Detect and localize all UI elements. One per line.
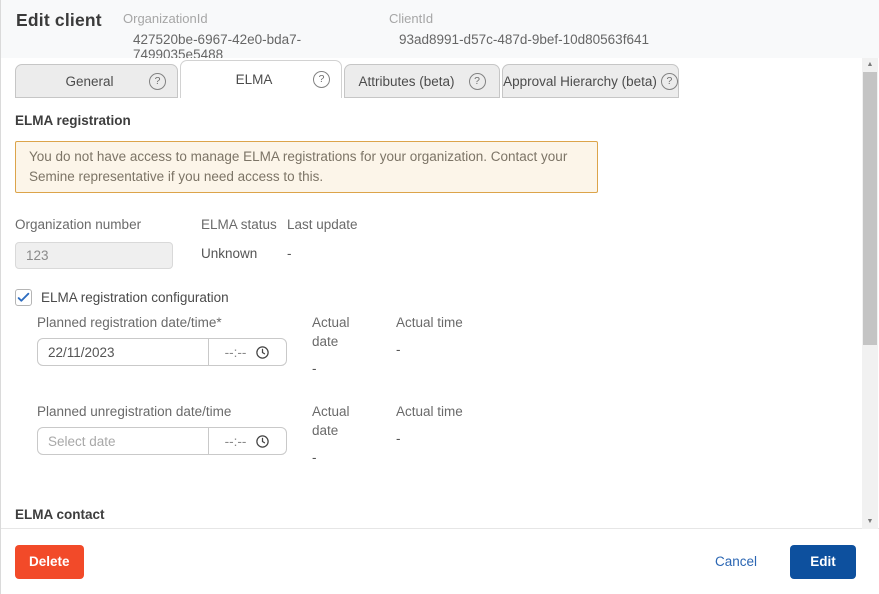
- elma-registration-heading: ELMA registration: [15, 111, 848, 130]
- elma-status-value: Unknown: [201, 246, 287, 261]
- actual-time-value: -: [396, 431, 463, 446]
- planned-registration-time-input[interactable]: --:--: [208, 339, 286, 365]
- last-update-label: Last update: [287, 215, 358, 234]
- last-update-value: -: [287, 246, 358, 261]
- delete-button[interactable]: Delete: [15, 545, 84, 579]
- page-title: Edit client: [16, 10, 123, 31]
- cancel-button[interactable]: Cancel: [715, 554, 757, 569]
- organization-id-label: OrganizationId: [123, 11, 389, 26]
- actual-time-column: Actual time -: [396, 313, 463, 376]
- scrollbar-up-arrow-icon[interactable]: ▲: [862, 58, 878, 72]
- help-icon[interactable]: ?: [149, 73, 166, 90]
- elma-status-column: ELMA status Unknown: [201, 215, 287, 269]
- planned-registration-datetime-control: --:--: [37, 338, 287, 366]
- tab-elma-label: ELMA: [236, 72, 287, 87]
- organization-number-label: Organization number: [15, 215, 201, 234]
- organization-number-row: Organization number ELMA status Unknown …: [15, 215, 848, 269]
- planned-unregistration-date-input[interactable]: [38, 428, 208, 454]
- tab-attributes-label: Attributes (beta): [358, 74, 468, 89]
- elma-status-label: ELMA status: [201, 215, 287, 234]
- actual-date-label: Actual date: [312, 402, 371, 440]
- planned-registration-date-input[interactable]: [38, 339, 208, 365]
- elma-contact-heading: ELMA contact: [15, 505, 848, 524]
- organization-number-input: [15, 242, 173, 269]
- help-icon[interactable]: ?: [661, 73, 678, 90]
- edit-button[interactable]: Edit: [790, 545, 856, 579]
- client-id-field: ClientId 93ad8991-d57c-487d-9bef-10d8056…: [389, 10, 649, 47]
- tab-general-label: General: [65, 74, 127, 89]
- organization-number-column: Organization number: [15, 215, 201, 269]
- planned-unregistration-field: Planned unregistration date/time --:--: [37, 402, 287, 465]
- checkmark-icon: [17, 291, 30, 304]
- tab-bar: General ? ELMA ? Attributes (beta) ? App…: [1, 58, 862, 98]
- help-icon[interactable]: ?: [313, 71, 330, 88]
- actual-date-label: Actual date: [312, 313, 371, 351]
- tab-elma[interactable]: ELMA ?: [180, 60, 342, 98]
- tab-approval-label: Approval Hierarchy (beta): [503, 74, 661, 89]
- actual-date-column: Actual date -: [312, 313, 371, 376]
- client-id-value: 93ad8991-d57c-487d-9bef-10d80563f641: [389, 32, 649, 47]
- planned-unregistration-group: Planned unregistration date/time --:-- A…: [37, 402, 848, 465]
- time-placeholder: --:--: [225, 434, 247, 449]
- planned-unregistration-datetime-control: --:--: [37, 427, 287, 455]
- access-warning-banner: You do not have access to manage ELMA re…: [15, 141, 598, 193]
- tab-panel-elma: ELMA registration You do not have access…: [1, 98, 862, 528]
- actual-time-label: Actual time: [396, 313, 463, 332]
- scrollbar-down-arrow-icon[interactable]: ▼: [862, 515, 878, 529]
- clock-icon[interactable]: [255, 345, 270, 360]
- elma-config-checkbox[interactable]: [15, 289, 32, 306]
- access-warning-text: You do not have access to manage ELMA re…: [29, 149, 567, 184]
- time-placeholder: --:--: [225, 345, 247, 360]
- clock-icon[interactable]: [255, 434, 270, 449]
- edit-client-dialog: Edit client OrganizationId 427520be-6967…: [0, 0, 879, 594]
- tab-general[interactable]: General ?: [15, 64, 178, 98]
- vertical-scrollbar[interactable]: ▲ ▼: [862, 58, 878, 529]
- organization-id-field: OrganizationId 427520be-6967-42e0-bda7-7…: [123, 10, 389, 62]
- actual-date-column: Actual date -: [312, 402, 371, 465]
- planned-registration-label: Planned registration date/time*: [37, 313, 287, 332]
- elma-config-checkbox-row: ELMA registration configuration: [15, 289, 848, 306]
- scrollbar-thumb[interactable]: [863, 72, 877, 345]
- tab-attributes-beta[interactable]: Attributes (beta) ?: [344, 64, 500, 98]
- elma-config-checkbox-label: ELMA registration configuration: [41, 290, 229, 305]
- actual-date-value: -: [312, 450, 371, 465]
- planned-unregistration-label: Planned unregistration date/time: [37, 402, 287, 421]
- tab-approval-hierarchy-beta[interactable]: Approval Hierarchy (beta) ?: [502, 64, 679, 98]
- planned-registration-group: Planned registration date/time* --:-- Ac…: [37, 313, 848, 376]
- dialog-footer: Delete Cancel Edit: [1, 528, 879, 594]
- help-icon[interactable]: ?: [469, 73, 486, 90]
- last-update-column: Last update -: [287, 215, 358, 269]
- elma-config-section: Planned registration date/time* --:-- Ac…: [37, 313, 848, 465]
- actual-time-label: Actual time: [396, 402, 463, 421]
- planned-unregistration-time-input[interactable]: --:--: [208, 428, 286, 454]
- client-id-label: ClientId: [389, 11, 649, 26]
- dialog-header: Edit client OrganizationId 427520be-6967…: [1, 0, 879, 58]
- actual-time-column: Actual time -: [396, 402, 463, 465]
- actual-date-value: -: [312, 361, 371, 376]
- planned-registration-field: Planned registration date/time* --:--: [37, 313, 287, 376]
- actual-time-value: -: [396, 342, 463, 357]
